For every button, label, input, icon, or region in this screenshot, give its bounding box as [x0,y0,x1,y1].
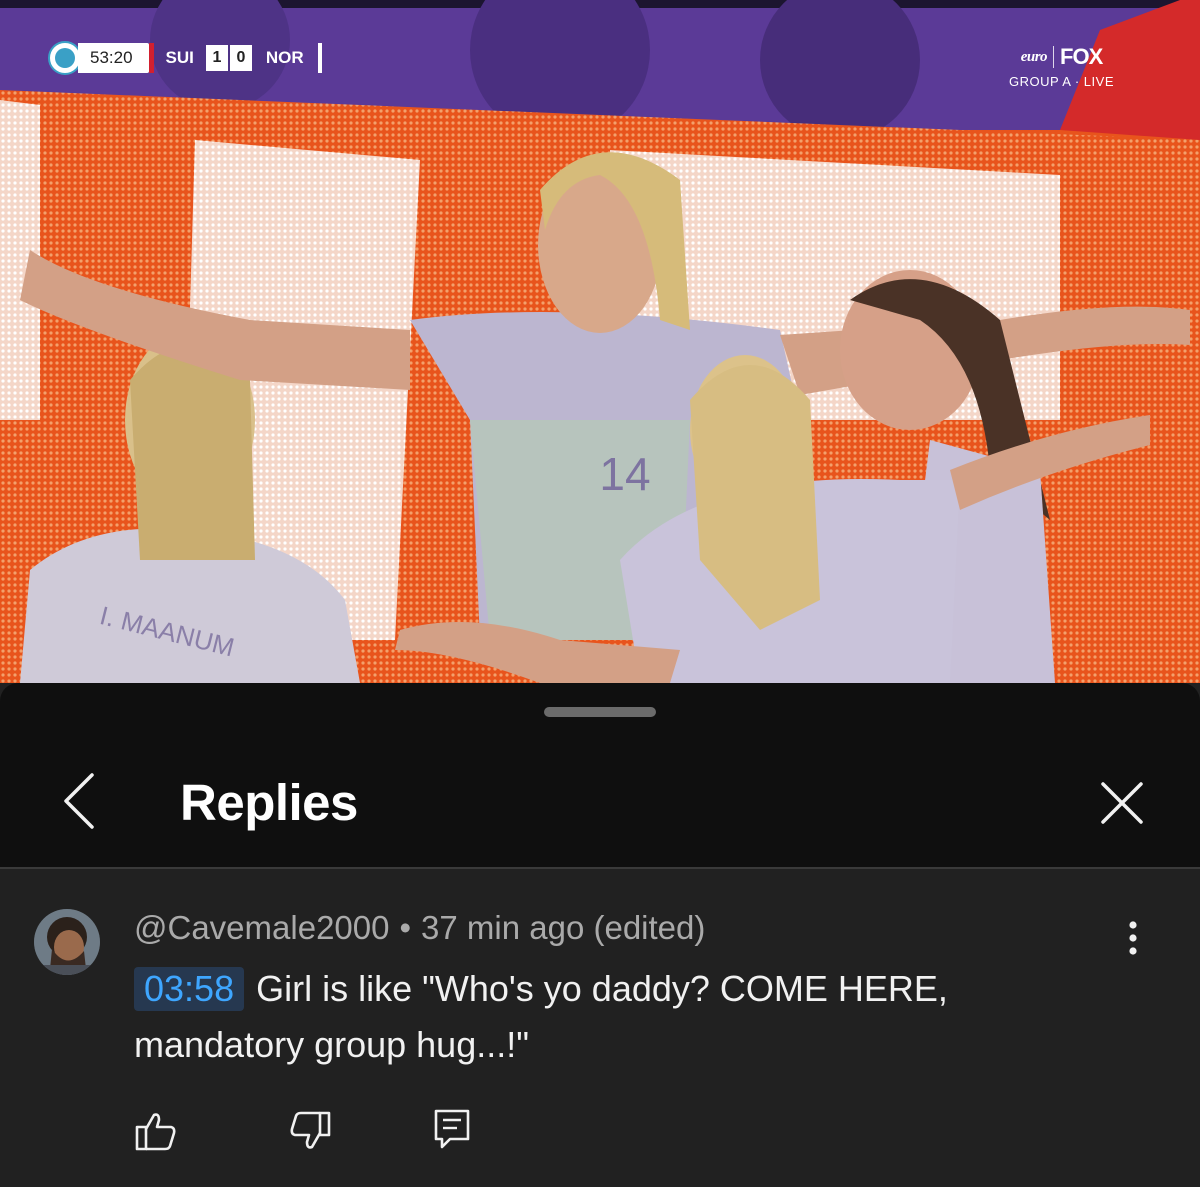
video-player[interactable]: 14 I. MAANUM 53:20 SUI 1 0 NOR euro FOX … [0,0,1200,683]
thumb-down-icon [290,1111,331,1149]
close-button[interactable] [1094,775,1150,831]
sheet-title: Replies [180,774,358,831]
home-team: SUI [165,48,194,67]
chevron-left-icon [64,773,94,829]
comment-body: Girl is like "Who's yo daddy? COME HERE,… [134,968,948,1065]
competition-logo-icon [48,41,82,75]
away-score: 0 [229,45,252,71]
broadcaster-bug: euro FOX GROUP A · LIVE [1009,44,1114,89]
live-status: GROUP A · LIVE [1008,74,1114,89]
meta-separator: • [399,909,412,946]
comment-text: 03:58 Girl is like "Who's yo daddy? COME … [134,961,1074,1073]
comment-meta: @Cavemale2000 • 37 min ago (edited) [134,909,705,947]
like-button[interactable] [134,1109,178,1153]
fox-logo: FOX [1060,44,1103,69]
reply-comment: @Cavemale2000 • 37 min ago (edited) 03:58 G… [0,869,1200,1187]
thumb-up-icon [135,1113,176,1151]
away-team: NOR [265,48,304,67]
more-vert-icon [1129,921,1137,955]
reply-button[interactable] [430,1107,474,1151]
avatar-image [34,909,100,975]
jersey-number: 14 [599,448,650,500]
comment-icon [434,1109,470,1149]
comment-menu-button[interactable] [1116,915,1150,961]
close-icon [1101,782,1143,824]
euro-logo: euro [1020,48,1048,65]
back-button[interactable] [52,769,108,833]
comment-author[interactable]: @Cavemale2000 [134,909,389,946]
sheet-header: Replies [0,683,1200,869]
scoreboard-end [317,43,322,73]
scoreboard: 53:20 SUI 1 0 NOR [48,40,322,76]
video-frame: 14 I. MAANUM [0,0,1200,683]
comment-time: 37 min ago (edited) [421,909,706,946]
home-score: 1 [205,45,228,71]
drag-handle[interactable] [544,707,656,717]
timestamp-link[interactable]: 03:58 [134,967,245,1011]
replies-sheet: Replies @Cavemale2000 • 37 min ago (edited… [0,683,1200,1187]
match-clock: 53:20 [78,43,149,73]
avatar[interactable] [34,909,100,975]
dislike-button[interactable] [288,1109,332,1153]
